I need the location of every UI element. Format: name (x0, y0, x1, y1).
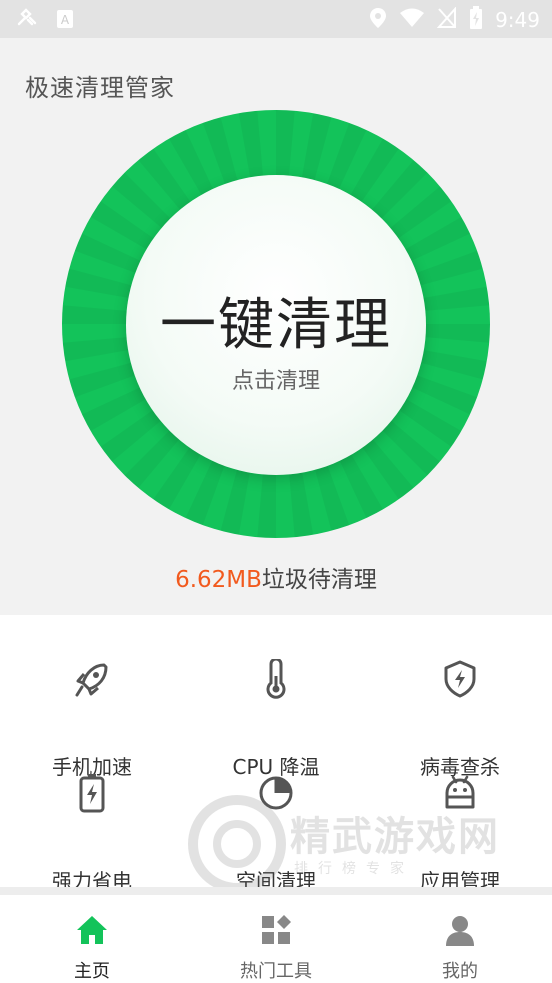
battery-status-icon (469, 6, 483, 34)
location-icon (369, 7, 387, 33)
status-bar: A 9:49 (0, 0, 552, 38)
clean-sub-label: 点击清理 (231, 369, 320, 394)
font-icon: A (56, 9, 74, 33)
shield-icon (442, 659, 478, 699)
cleaner-panel: 极速清理管家 一键清理 点击清理 6.62MB垃圾待清理 (0, 38, 552, 615)
divider (0, 887, 552, 895)
app-title: 极速清理管家 (25, 74, 175, 102)
home-icon (75, 913, 109, 947)
tool-cpu-cooling[interactable]: CPU 降温 (184, 657, 368, 779)
tools-grid: 手机加速 CPU 降温 病毒查杀 强力省电 空间清理 应用管理 (0, 615, 552, 893)
battery-icon (74, 773, 110, 813)
status-time: 9:49 (495, 8, 540, 32)
android-icon (442, 773, 478, 813)
tool-virus-scan[interactable]: 病毒查杀 (368, 659, 552, 779)
nav-label: 我的 (442, 961, 478, 982)
satellite-icon (16, 8, 38, 34)
svg-text:A: A (61, 13, 70, 27)
tool-space-cleanup[interactable]: 空间清理 (184, 773, 368, 893)
pie-chart-icon (258, 773, 294, 813)
one-click-clean-button[interactable]: 一键清理 点击清理 (126, 175, 426, 475)
tool-app-management[interactable]: 应用管理 (368, 773, 552, 893)
thermometer-icon (258, 657, 294, 699)
junk-suffix: 垃圾待清理 (261, 567, 377, 593)
nav-label: 热门工具 (240, 961, 312, 982)
tool-power-saving[interactable]: 强力省电 (0, 773, 184, 893)
rocket-icon (74, 659, 110, 699)
clean-main-label: 一键清理 (160, 293, 392, 358)
user-icon (443, 913, 477, 947)
grid-icon (259, 913, 293, 947)
nav-mine[interactable]: 我的 (368, 895, 552, 983)
no-signal-icon (436, 6, 457, 33)
tool-phone-boost[interactable]: 手机加速 (0, 659, 184, 779)
nav-label: 主页 (74, 961, 110, 982)
nav-home[interactable]: 主页 (0, 895, 184, 983)
nav-hot-tools[interactable]: 热门工具 (184, 895, 368, 983)
wifi-icon (399, 8, 425, 32)
bottom-nav: 主页 热门工具 我的 (0, 895, 552, 983)
junk-summary: 6.62MB垃圾待清理 (0, 560, 552, 594)
junk-amount: 6.62MB (175, 567, 262, 593)
